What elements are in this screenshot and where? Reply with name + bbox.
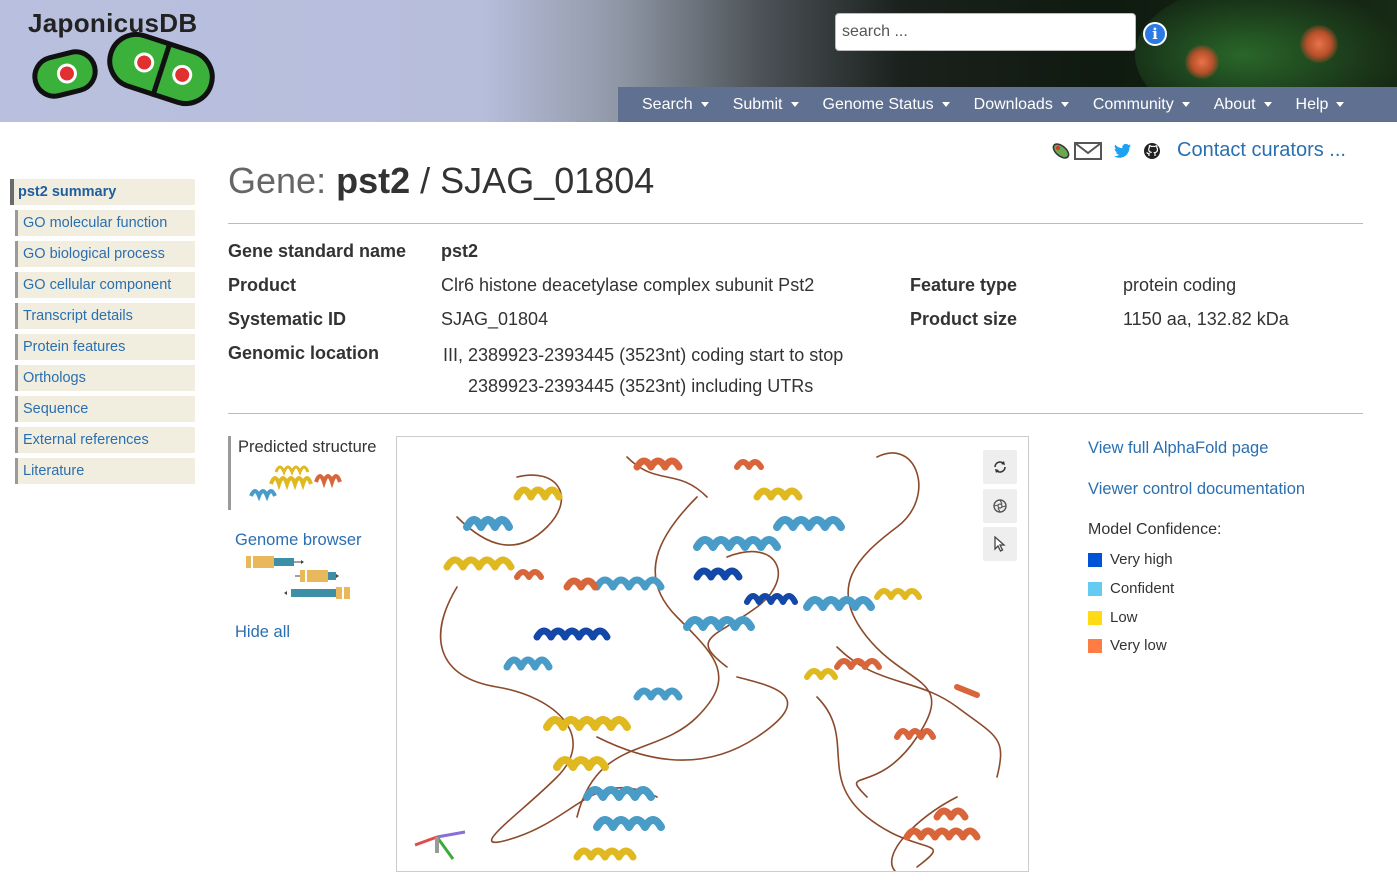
nav-label: About [1213,95,1256,113]
nav-search-menu[interactable]: Search [642,96,709,114]
caret-down-icon [790,101,799,107]
model-confidence-title: Model Confidence: [1088,521,1222,538]
legend-swatch [1088,581,1102,596]
legend-label: Very low [1110,637,1167,654]
nav-about-menu[interactable]: About [1214,96,1272,114]
genomic-location-line2: 2389923-2393445 (3523nt) including UTRs [468,376,814,396]
alphafold-page-link[interactable]: View full AlphaFold page [1088,439,1268,458]
caret-down-icon [1263,101,1272,107]
caret-down-icon [1336,101,1345,107]
social-links [1050,138,1161,164]
nav-submit-menu[interactable]: Submit [733,96,799,114]
glow-spot [1300,25,1338,63]
contact-curators-link[interactable]: Contact curators ... [1177,139,1346,162]
nav-label: Downloads [973,95,1053,113]
reset-view-button[interactable] [983,450,1017,484]
legend-label: Confident [1110,580,1175,597]
feature-type-label: Feature type [910,275,1018,295]
genomic-location-line1: III, 2389923-2393445 (3523nt) coding sta… [443,345,844,365]
caret-down-icon [1060,101,1069,107]
genome-browser-link[interactable]: Genome browser [235,531,362,550]
nav-label: Submit [732,95,783,113]
nav-label: Search [642,95,693,113]
sidebar-item-external-references[interactable]: External references [15,427,195,453]
legend-swatch [1088,552,1102,567]
axes-gizmo-icon [414,830,466,860]
sidebar-item-literature[interactable]: Literature [15,458,195,484]
glow-spot [1185,45,1219,79]
selection-mode-button[interactable] [983,527,1017,561]
sidebar-item-go-biological-process[interactable]: GO biological process [15,241,195,267]
genomic-location-label: Genomic location [228,343,380,363]
predicted-structure-label: Predicted structure [238,438,377,456]
nav-label: Genome Status [822,95,934,113]
legend-label: Low [1110,609,1138,626]
product-size-label: Product size [910,309,1018,329]
protein-structure-render[interactable] [397,437,1029,872]
legend-low: Low [1088,609,1138,626]
gene-standard-name-label: Gene standard name [228,241,407,261]
nav-downloads-menu[interactable]: Downloads [974,96,1069,114]
main-navbar: Search Submit Genome Status Downloads Co… [618,87,1397,122]
nav-help-menu[interactable]: Help [1296,96,1345,114]
title-prefix: Gene: [228,160,327,201]
sidebar-item-go-cellular-component[interactable]: GO cellular component [15,272,195,298]
screenshot-button[interactable] [983,489,1017,523]
legend-confident: Confident [1088,580,1174,597]
legend-label: Very high [1110,551,1173,568]
hide-all-link[interactable]: Hide all [235,623,290,642]
aperture-icon [993,499,1007,513]
product-value: Clr6 histone deacetylase complex subunit… [441,275,815,295]
logo-text[interactable]: JaponicusDB [28,8,197,39]
nav-genome-status-menu[interactable]: Genome Status [823,96,950,114]
logo-cell-icon [27,44,103,104]
sidebar-nav: pst2 summary GO molecular function GO bi… [10,179,195,489]
title-gene-name: pst2 [336,160,411,201]
rotate-icon [994,461,1006,473]
sidebar-item-orthologs[interactable]: Orthologs [15,365,195,391]
sidebar-item-sequence[interactable]: Sequence [15,396,195,422]
caret-down-icon [1181,101,1190,107]
nav-label: Community [1092,95,1174,113]
legend-very-high: Very high [1088,551,1173,568]
feature-type-value: protein coding [1123,275,1237,295]
caret-down-icon [941,101,950,107]
sidebar-item-protein-features[interactable]: Protein features [15,334,195,360]
microbe-icon[interactable] [1050,140,1072,162]
legend-very-low: Very low [1088,637,1167,654]
info-icon[interactable]: i [1143,22,1167,46]
legend-swatch [1088,638,1102,653]
divider [228,413,1363,414]
mail-icon[interactable] [1074,141,1102,161]
sidebar-item-transcript-details[interactable]: Transcript details [15,303,195,329]
site-header: JaponicusDB i Search Submit Genome Statu… [0,0,1397,122]
title-systematic-id: SJAG_01804 [440,160,655,201]
cursor-icon [994,536,1006,552]
predicted-structure-tab[interactable]: Predicted structure [228,436,378,510]
divider [228,223,1363,224]
genome-browser-thumbnail-icon[interactable] [243,552,353,602]
systematic-id-value: SJAG_01804 [441,309,549,329]
sidebar-item-summary[interactable]: pst2 summary [10,179,195,205]
twitter-icon[interactable] [1114,143,1132,159]
logo-dividing-cell-icon [99,24,223,114]
viewer-docs-link[interactable]: Viewer control documentation [1088,480,1305,499]
nav-community-menu[interactable]: Community [1093,96,1190,114]
page-title: Gene: pst2 / SJAG_01804 [228,160,654,202]
search-input[interactable] [835,13,1136,51]
product-label: Product [228,275,297,295]
legend-swatch [1088,610,1102,625]
nav-label: Help [1295,95,1329,113]
caret-down-icon [700,101,709,107]
sidebar-item-go-molecular-function[interactable]: GO molecular function [15,210,195,236]
structure-viewer[interactable] [396,436,1029,872]
structure-thumbnail-icon [249,465,342,502]
systematic-id-label: Systematic ID [228,309,347,329]
title-separator: / [420,160,431,201]
product-size-value: 1150 aa, 132.82 kDa [1123,309,1289,329]
gene-standard-name-value: pst2 [441,241,479,261]
github-icon[interactable] [1143,142,1161,160]
